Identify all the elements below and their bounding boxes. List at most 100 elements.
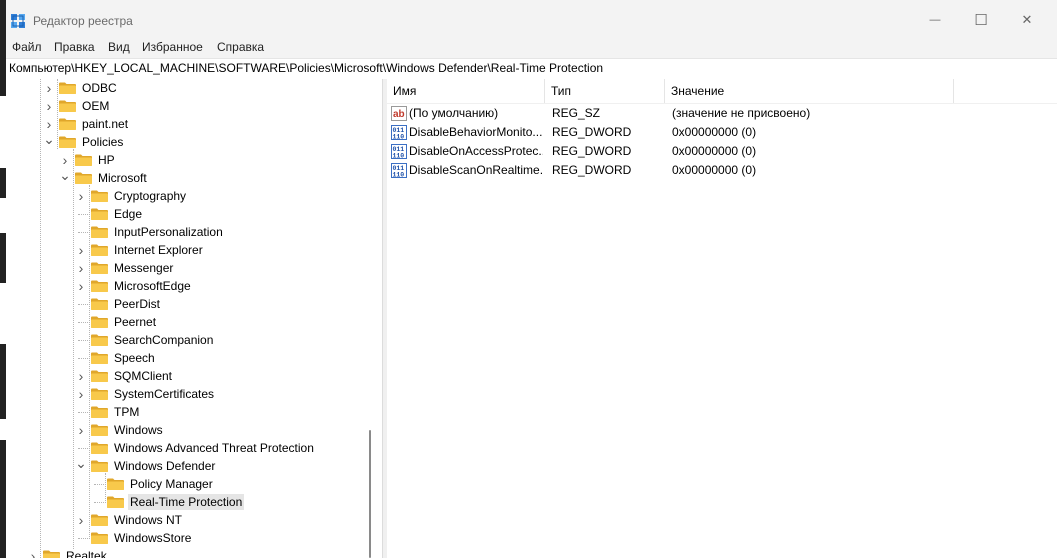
folder-icon bbox=[91, 424, 108, 436]
tree-node[interactable]: Windows Advanced Threat Protection bbox=[74, 439, 316, 457]
value-data: 0x00000000 (0) bbox=[672, 163, 757, 177]
list-header: Имя Тип Значение bbox=[387, 79, 1057, 104]
tree-node[interactable]: › Messenger bbox=[74, 259, 175, 277]
folder-icon bbox=[75, 172, 92, 184]
menu-help[interactable]: Справка bbox=[217, 40, 264, 54]
chevron-down-icon[interactable]: ⌄ bbox=[58, 166, 72, 184]
tree-node[interactable]: Peernet bbox=[74, 313, 158, 331]
tree-node-label: PeerDist bbox=[114, 297, 161, 311]
svg-text:110: 110 bbox=[393, 172, 405, 179]
tree-node-label: Real-Time Protection bbox=[128, 494, 245, 510]
chevron-right-icon[interactable]: › bbox=[74, 385, 88, 403]
tree-leaf-connector bbox=[74, 349, 88, 367]
chevron-right-icon[interactable]: › bbox=[74, 421, 88, 439]
tree-node-label: Cryptography bbox=[114, 189, 187, 203]
tree-node[interactable]: › Windows NT bbox=[74, 511, 184, 529]
tree-node[interactable]: › Internet Explorer bbox=[74, 241, 205, 259]
tree-node[interactable]: › Realtek bbox=[26, 547, 109, 558]
chevron-right-icon[interactable]: › bbox=[42, 79, 56, 97]
value-data: 0x00000000 (0) bbox=[672, 125, 757, 139]
column-data-header[interactable]: Значение bbox=[665, 79, 954, 103]
values-list-pane[interactable]: Имя Тип Значение ab (По умолчанию) REG_SZ (… bbox=[387, 79, 1057, 558]
value-name: (По умолчанию) bbox=[409, 106, 499, 120]
tree-node[interactable]: › SystemCertificates bbox=[74, 385, 216, 403]
value-row[interactable]: 011 110 DisableScanOnRealtime... REG_DWORD 0… bbox=[387, 161, 987, 180]
menu-favorites[interactable]: Избранное bbox=[142, 40, 203, 54]
tree-scrollbar-thumb[interactable] bbox=[369, 430, 371, 558]
address-path[interactable]: Компьютер\HKEY_LOCAL_MACHINE\SOFTWARE\Po… bbox=[9, 61, 603, 75]
menu-edit[interactable]: Правка bbox=[54, 40, 95, 54]
tree-node[interactable]: PeerDist bbox=[74, 295, 162, 313]
chevron-right-icon[interactable]: › bbox=[74, 367, 88, 385]
chevron-down-icon[interactable]: ⌄ bbox=[74, 454, 88, 472]
tree-node-label: SQMClient bbox=[114, 369, 173, 383]
tree-node-label: Policies bbox=[82, 135, 124, 149]
chevron-right-icon[interactable]: › bbox=[74, 241, 88, 259]
tree-node-label: InputPersonalization bbox=[114, 225, 223, 239]
value-row[interactable]: 011 110 DisableBehaviorMonito... REG_DWORD 0… bbox=[387, 123, 987, 142]
tree-node[interactable]: › OEM bbox=[42, 97, 111, 115]
tree-leaf-connector bbox=[74, 223, 88, 241]
tree-node-label: Messenger bbox=[114, 261, 174, 275]
address-bar[interactable]: Компьютер\HKEY_LOCAL_MACHINE\SOFTWARE\Po… bbox=[0, 58, 1057, 80]
tree-node[interactable]: ⌄ Microsoft bbox=[58, 166, 149, 187]
menu-bar: Файл Правка Вид Избранное Справка bbox=[0, 38, 1057, 58]
tree-node[interactable]: › MicrosoftEdge bbox=[74, 277, 193, 295]
chevron-down-icon[interactable]: ⌄ bbox=[42, 130, 56, 148]
tree-node[interactable]: WindowsStore bbox=[74, 529, 193, 547]
tree-node[interactable]: ⌄ Policies bbox=[42, 130, 125, 151]
folder-icon bbox=[91, 514, 108, 526]
string-value-icon: ab bbox=[391, 106, 407, 121]
registry-editor-window: Редактор реестра — ☐ ✕ Файл Правка Вид И… bbox=[0, 0, 1057, 558]
folder-icon bbox=[91, 442, 108, 454]
chevron-right-icon[interactable]: › bbox=[74, 259, 88, 277]
key-tree-pane[interactable]: › ODBC › OEM › paint.net ⌄ Policies › HP ⌄ Microsof… bbox=[6, 79, 382, 558]
folder-icon bbox=[59, 136, 76, 148]
tree-node[interactable]: Edge bbox=[74, 205, 144, 223]
tree-node-label: Realtek bbox=[66, 549, 107, 558]
folder-icon bbox=[91, 190, 108, 202]
tree-node[interactable]: SearchCompanion bbox=[74, 331, 215, 349]
chevron-right-icon[interactable]: › bbox=[74, 187, 88, 205]
title-bar[interactable]: Редактор реестра — ☐ ✕ bbox=[0, 0, 1057, 40]
tree-leaf-connector bbox=[74, 313, 88, 331]
column-type-header[interactable]: Тип bbox=[545, 79, 665, 103]
folder-icon bbox=[91, 334, 108, 346]
tree-node[interactable]: › Windows bbox=[74, 421, 165, 439]
tree-node[interactable]: › ODBC bbox=[42, 79, 119, 97]
value-row[interactable]: ab (По умолчанию) REG_SZ (значение не присв… bbox=[387, 104, 987, 123]
folder-icon bbox=[107, 496, 124, 508]
tree-node[interactable]: TPM bbox=[74, 403, 141, 421]
chevron-right-icon[interactable]: › bbox=[42, 97, 56, 115]
tree-node-label: Windows Advanced Threat Protection bbox=[114, 441, 314, 455]
tree-node[interactable]: Real-Time Protection bbox=[90, 493, 245, 511]
menu-view[interactable]: Вид bbox=[108, 40, 130, 54]
tree-node[interactable]: Policy Manager bbox=[90, 475, 215, 493]
chevron-right-icon[interactable]: › bbox=[26, 547, 40, 558]
tree-node[interactable]: ⌄ Windows Defender bbox=[74, 454, 217, 475]
minimize-button[interactable]: — bbox=[912, 0, 958, 40]
background-window-edge bbox=[0, 0, 6, 558]
folder-icon bbox=[75, 154, 92, 166]
chevron-right-icon[interactable]: › bbox=[74, 277, 88, 295]
folder-icon bbox=[91, 316, 108, 328]
tree-node-label: ODBC bbox=[82, 81, 117, 95]
maximize-button[interactable]: ☐ bbox=[958, 0, 1004, 40]
tree-node[interactable]: › SQMClient bbox=[74, 367, 174, 385]
value-type: REG_SZ bbox=[552, 106, 601, 120]
folder-icon bbox=[91, 244, 108, 256]
column-name-header[interactable]: Имя bbox=[387, 79, 545, 103]
tree-node[interactable]: › Cryptography bbox=[74, 187, 188, 205]
folder-icon bbox=[91, 532, 108, 544]
chevron-right-icon[interactable]: › bbox=[74, 511, 88, 529]
tree-node-label: Internet Explorer bbox=[114, 243, 203, 257]
menu-file[interactable]: Файл bbox=[12, 40, 42, 54]
value-row[interactable]: 011 110 DisableOnAccessProtec... REG_DWORD 0… bbox=[387, 142, 987, 161]
close-button[interactable]: ✕ bbox=[1004, 0, 1050, 40]
tree-node[interactable]: Speech bbox=[74, 349, 157, 367]
tree-node-label: Windows NT bbox=[114, 513, 183, 527]
maximize-icon: ☐ bbox=[974, 12, 988, 29]
folder-icon bbox=[59, 118, 76, 130]
tree-node[interactable]: InputPersonalization bbox=[74, 223, 225, 241]
folder-icon bbox=[59, 100, 76, 112]
